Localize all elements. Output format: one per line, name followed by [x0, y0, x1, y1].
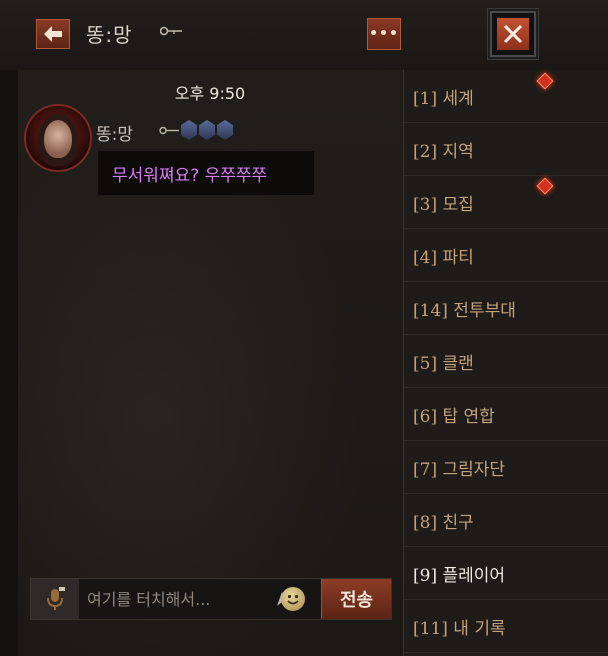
channel-label: [11] 내 기록 [413, 618, 506, 639]
channel-item-friends[interactable]: [8] 친구 [404, 494, 608, 547]
send-button[interactable]: 전송 [321, 579, 391, 619]
channel-item-party[interactable]: [4] 파티 [404, 229, 608, 282]
back-button[interactable] [36, 19, 70, 49]
send-button-label: 전송 [339, 590, 374, 611]
message-bubble[interactable]: 무서워쪄요? 우쭈쭈쭈 [97, 150, 315, 196]
emoji-icon [287, 594, 299, 605]
channel-item-my-records[interactable]: [11] 내 기록 [404, 600, 608, 653]
channel-item-clan[interactable]: [5] 클랜 [404, 335, 608, 388]
channel-label: [8] 친구 [413, 512, 474, 533]
avatar[interactable] [24, 104, 92, 172]
channel-label: [14] 전투부대 [413, 300, 516, 321]
close-icon [503, 24, 523, 44]
rank-shield-icon [199, 120, 215, 140]
left-edge [0, 70, 18, 656]
rank-badges [181, 120, 233, 140]
voice-button[interactable] [31, 579, 79, 619]
channel-label: [9] 플레이어 [413, 565, 506, 586]
rank-shield-icon [181, 120, 197, 140]
chat-input-bar: 전송 [30, 578, 392, 620]
rank-shield-icon [217, 120, 233, 140]
channel-item-world[interactable]: [1] 세계 [404, 70, 608, 123]
channel-item-battle-unit[interactable]: [14] 전투부대 [404, 282, 608, 335]
channel-label: [1] 세계 [413, 88, 474, 109]
header-player-name: 똥:망 [86, 23, 133, 47]
channel-label: [6] 탑 연합 [413, 406, 495, 427]
message-timestamp: 오후 9:50 [174, 84, 246, 103]
message-input[interactable] [81, 579, 267, 619]
message-sender-name[interactable]: 똥:망 [96, 120, 133, 145]
channel-item-tower-alliance[interactable]: [6] 탑 연합 [404, 388, 608, 441]
arrow-left-icon [44, 26, 62, 42]
channel-item-recruit[interactable]: [3] 모집 [404, 176, 608, 229]
channel-item-region[interactable]: [2] 지역 [404, 123, 608, 176]
message-text: 무서워쪄요? 우쭈쭈쭈 [112, 165, 268, 186]
channel-item-shadow[interactable]: [7] 그림자단 [404, 441, 608, 494]
key-badge-icon [160, 26, 182, 36]
avatar-face [44, 120, 72, 158]
channel-label: [4] 파티 [413, 247, 474, 268]
more-button[interactable]: ••• [367, 18, 401, 50]
emoji-button[interactable] [281, 587, 305, 611]
channel-label: [7] 그림자단 [413, 459, 506, 480]
microphone-icon [47, 587, 65, 610]
chat-header: 똥:망 ••• [0, 0, 608, 71]
channel-label: [3] 모집 [413, 194, 474, 215]
channel-list: [1] 세계 [2] 지역 [3] 모집 [4] 파티 [14] 전투부대 [5… [403, 70, 608, 656]
channel-label: [5] 클랜 [413, 353, 474, 374]
close-button[interactable] [490, 11, 536, 57]
more-icon: ••• [369, 26, 399, 42]
channel-label: [2] 지역 [413, 141, 474, 162]
key-badge-icon [159, 126, 179, 135]
channel-item-player[interactable]: [9] 플레이어 [404, 547, 608, 600]
